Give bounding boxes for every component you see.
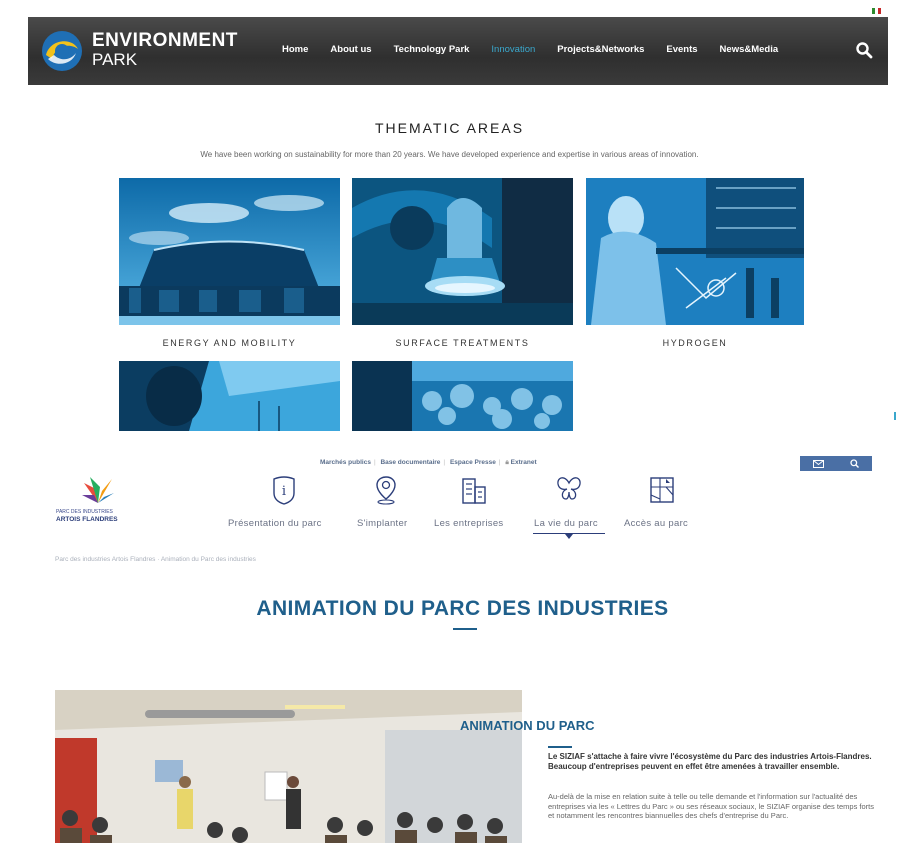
- meeting-photo-image: [55, 690, 522, 843]
- tile-5-image: [352, 361, 573, 431]
- tile-energy-mobility[interactable]: [119, 178, 340, 325]
- animation-photo: [55, 690, 522, 843]
- mail-button[interactable]: [800, 456, 836, 471]
- nav-projects-networks[interactable]: Projects&Networks: [557, 44, 644, 55]
- tile-label-surface-treatments[interactable]: SURFACE TREATMENTS: [352, 338, 573, 348]
- lock-icon: 🔒︎: [505, 459, 509, 466]
- nav-about-us[interactable]: About us: [330, 44, 371, 55]
- map-pin-icon[interactable]: [372, 475, 400, 505]
- thematic-areas-subtitle: We have been working on sustainability f…: [200, 150, 699, 159]
- link-extranet[interactable]: Extranet: [511, 459, 537, 466]
- title-underline: [453, 628, 477, 630]
- tile-label-energy-mobility[interactable]: ENERGY AND MOBILITY: [119, 338, 340, 348]
- page-title: ANIMATION DU PARC DES INDUSTRIES: [256, 597, 669, 620]
- nav-news-media[interactable]: News&Media: [720, 44, 779, 55]
- hydrogen-image: [586, 178, 804, 325]
- nav-active-arrow-icon: [565, 534, 573, 539]
- buildings-icon[interactable]: [460, 475, 488, 505]
- svg-text:i: i: [282, 484, 286, 499]
- brand-name[interactable]: ENVIRONMENT PARK: [92, 31, 238, 69]
- header-action-buttons: [800, 456, 872, 471]
- breadcrumb[interactable]: Parc des industries Artois Flandres · An…: [55, 556, 256, 563]
- section-title: ANIMATION DU PARC: [460, 718, 595, 733]
- brand-line-1: ENVIRONMENT: [92, 30, 238, 51]
- nav-home[interactable]: Home: [282, 44, 308, 55]
- tile-hydrogen[interactable]: [586, 178, 804, 325]
- search-icon: [849, 459, 859, 468]
- tile-surface-treatments[interactable]: [352, 178, 573, 325]
- nav-events[interactable]: Events: [666, 44, 697, 55]
- link-espace-presse[interactable]: Espace Presse: [450, 459, 496, 466]
- utility-links: Marchés publics | Base documentaire | Espa…: [320, 459, 537, 466]
- language-flag-icon[interactable]: [872, 8, 881, 14]
- link-base-documentaire[interactable]: Base documentaire: [380, 459, 440, 466]
- site-header: ENVIRONMENT PARK Home About us Technolog…: [28, 17, 888, 85]
- brand-line-2: PARK: [92, 50, 138, 69]
- logo-line-2: ARTOIS FLANDRES: [56, 516, 118, 523]
- surface-treatments-image: [352, 178, 573, 325]
- nav-la-vie-du-parc[interactable]: La vie du parc: [534, 518, 598, 529]
- nav-technology-park[interactable]: Technology Park: [394, 44, 470, 55]
- nav-presentation[interactable]: Présentation du parc: [228, 518, 322, 529]
- info-icon[interactable]: i: [270, 475, 298, 505]
- parc-des-industries-logo[interactable]: PARC DES INDUSTRIES ARTOIS FLANDRES: [56, 475, 136, 525]
- map-icon[interactable]: [648, 475, 676, 505]
- butterfly-logo-icon: [82, 477, 114, 503]
- section-lead: Le SIZIAF s'attache à faire vivre l'écos…: [548, 752, 872, 771]
- environment-park-logo-icon[interactable]: [40, 29, 84, 73]
- main-nav: Home About us Technology Park Innovation…: [282, 44, 800, 55]
- tile-5[interactable]: [352, 361, 573, 431]
- energy-mobility-image: [119, 178, 340, 325]
- search-icon[interactable]: [855, 41, 873, 59]
- nav-s-implanter[interactable]: S'implanter: [357, 518, 408, 529]
- edge-marker: [894, 412, 896, 420]
- nav-les-entreprises[interactable]: Les entreprises: [434, 518, 503, 529]
- tile-label-hydrogen[interactable]: HYDROGEN: [586, 338, 804, 348]
- link-marches-publics[interactable]: Marchés publics: [320, 459, 371, 466]
- nav-acces-au-parc[interactable]: Accès au parc: [624, 518, 688, 529]
- tile-4[interactable]: [119, 361, 340, 431]
- butterfly-icon[interactable]: [555, 475, 583, 505]
- section-title-underline: [548, 746, 572, 748]
- nav-innovation[interactable]: Innovation: [491, 44, 535, 55]
- pdi-search-button[interactable]: [836, 456, 872, 471]
- section-body: Au-delà de la mise en relation suite à t…: [548, 792, 874, 820]
- tile-4-image: [119, 361, 340, 431]
- thematic-areas-title: THEMATIC AREAS: [374, 120, 525, 136]
- mail-icon: [812, 459, 824, 468]
- logo-line-1: PARC DES INDUSTRIES: [56, 509, 113, 515]
